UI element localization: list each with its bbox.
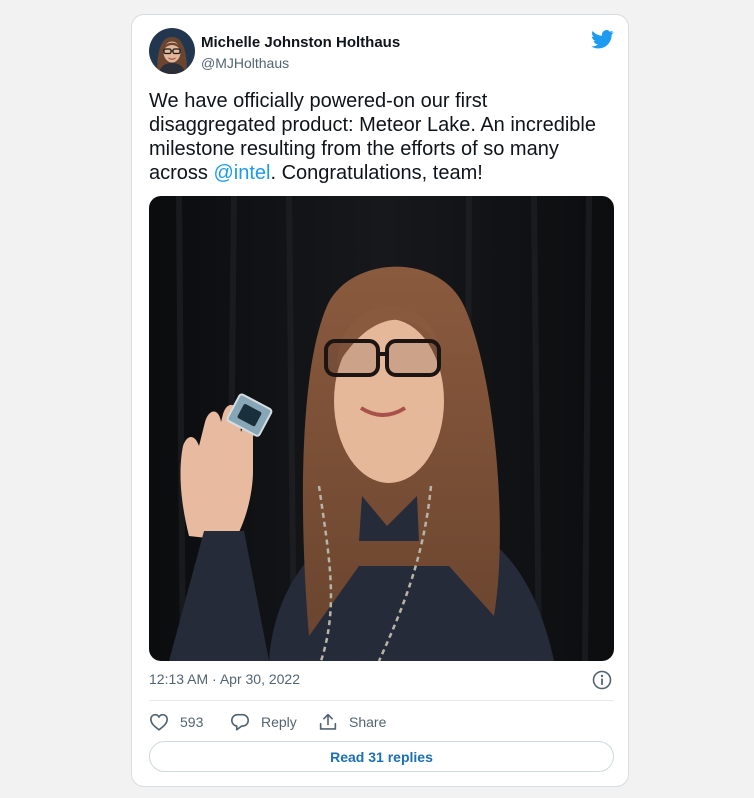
tweet-timestamp[interactable]: 12:13 AM · Apr 30, 2022 [149,671,300,687]
like-button[interactable]: 593 [149,711,203,733]
tweet-photo[interactable] [149,196,614,661]
author-handle[interactable]: @MJHolthaus [201,55,289,71]
tweet-text: We have officially powered-on our first … [149,89,619,185]
tweet-card: Michelle Johnston Holthaus @MJHolthaus W… [131,14,629,787]
share-button[interactable]: Share [318,711,386,733]
meta-separator: · [208,671,220,687]
share-label: Share [349,714,387,730]
divider [149,700,614,701]
info-icon[interactable] [592,670,612,690]
tweet-time[interactable]: 12:13 AM [149,671,208,687]
reply-label: Reply [261,714,297,730]
reply-button[interactable]: Reply [230,711,297,733]
read-replies-button[interactable]: Read 31 replies [149,741,614,772]
heart-icon [149,713,169,731]
mention-link[interactable]: @intel [213,162,270,184]
tweet-text-part2: . Congratulations, team! [270,162,483,184]
speech-bubble-icon [231,713,249,731]
tweet-date[interactable]: Apr 30, 2022 [220,671,300,687]
like-count: 593 [180,714,204,730]
author-name[interactable]: Michelle Johnston Holthaus [201,34,400,51]
share-arrow-icon [319,713,337,730]
author-avatar[interactable] [149,28,195,74]
twitter-bird-icon[interactable] [591,30,614,49]
